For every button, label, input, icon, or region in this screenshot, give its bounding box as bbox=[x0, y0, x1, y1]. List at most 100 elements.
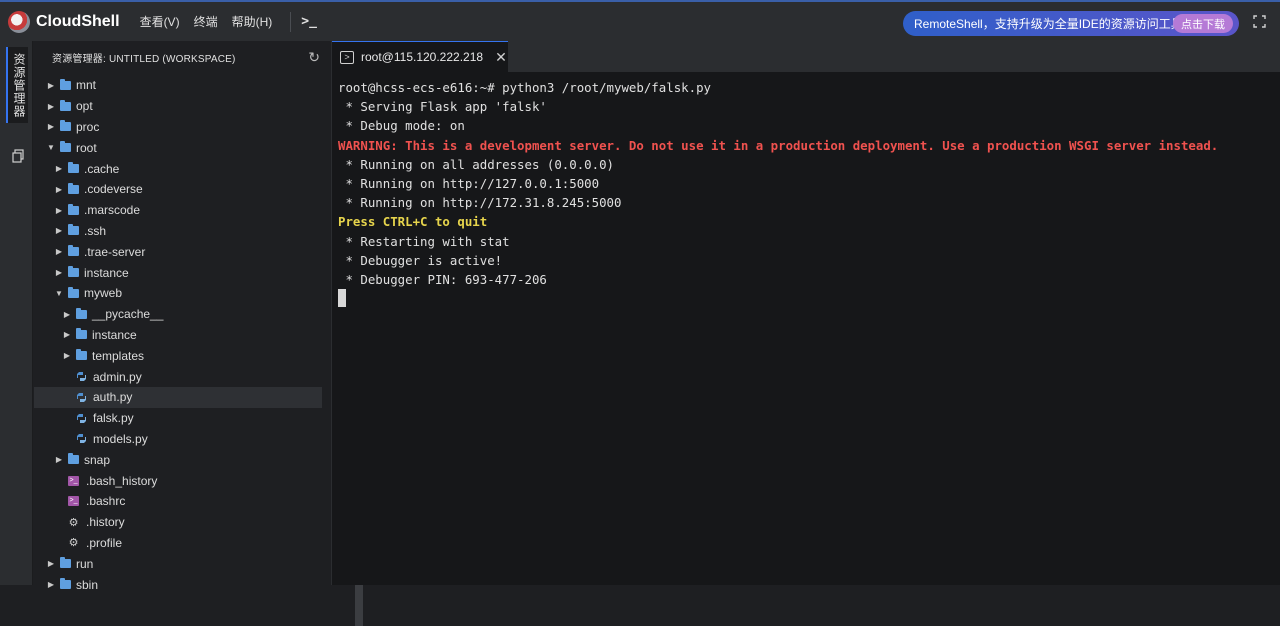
terminal-tab-bar: > root@115.120.222.218 ✕ bbox=[332, 41, 1280, 72]
chevron-right-icon[interactable]: ▶ bbox=[46, 559, 56, 568]
terminal-line: * Debugger is active! bbox=[338, 252, 503, 268]
chevron-right-icon[interactable]: ▶ bbox=[46, 81, 56, 90]
chevron-down-icon[interactable]: ▼ bbox=[46, 143, 56, 152]
tree-item[interactable]: ⚙ .history bbox=[34, 512, 322, 533]
tree-item[interactable]: falsk.py bbox=[34, 408, 322, 429]
tree-item[interactable]: ▼ myweb bbox=[34, 283, 322, 304]
folder-icon bbox=[68, 266, 79, 278]
tree-item[interactable]: ▶ run bbox=[34, 553, 322, 574]
terminal-prompt-icon[interactable]: >_ bbox=[301, 14, 317, 29]
tree-item-label: root bbox=[76, 140, 97, 155]
folder-icon bbox=[68, 203, 79, 215]
chevron-right-icon[interactable]: ▶ bbox=[54, 247, 64, 256]
refresh-icon[interactable]: ↻ bbox=[308, 49, 320, 66]
terminal-tab[interactable]: > root@115.120.222.218 ✕ bbox=[332, 41, 508, 72]
activity-explorer-tab[interactable]: 资源管理器 bbox=[6, 47, 28, 123]
tree-item[interactable]: ▶ opt bbox=[34, 96, 322, 117]
chevron-right-icon[interactable]: ▶ bbox=[62, 351, 72, 360]
tree-item-label: instance bbox=[92, 327, 137, 342]
menu-bar: 查看(V) 终端 帮助(H) bbox=[140, 13, 287, 30]
python-file-icon bbox=[77, 434, 86, 444]
chevron-right-icon[interactable]: ▶ bbox=[54, 185, 64, 194]
terminal-line: * Restarting with stat bbox=[338, 233, 510, 249]
tree-item-label: falsk.py bbox=[93, 411, 134, 426]
menu-view[interactable]: 查看(V) bbox=[140, 13, 180, 30]
tree-item-label: .ssh bbox=[84, 223, 107, 238]
terminal-line: * Running on http://172.31.8.245:5000 bbox=[338, 195, 622, 211]
terminal-line: * Serving Flask app 'falsk' bbox=[338, 99, 547, 115]
activity-bar: 资源管理器 bbox=[0, 41, 33, 585]
terminal-line: * Debug mode: on bbox=[338, 118, 465, 134]
tree-item-label: .bash_history bbox=[86, 473, 158, 488]
fullscreen-icon[interactable] bbox=[1253, 15, 1266, 28]
folder-icon bbox=[60, 141, 71, 153]
explorer-vertical-label: 资源管理器 bbox=[12, 53, 26, 118]
promo-banner[interactable]: RemoteShell，支持升级为全量IDE的资源访问工具 点击下载 bbox=[903, 11, 1239, 36]
tree-item[interactable]: ▶ .cache bbox=[34, 158, 322, 179]
chevron-right-icon[interactable]: ▶ bbox=[46, 122, 56, 131]
tree-item[interactable]: ▶ .codeverse bbox=[34, 179, 322, 200]
tree-item[interactable]: ▶ templates bbox=[34, 345, 322, 366]
tree-item-label: instance bbox=[84, 265, 129, 280]
tree-item[interactable]: ▶ mnt bbox=[34, 75, 322, 96]
folder-icon bbox=[68, 245, 79, 257]
tree-item[interactable]: >_ .bash_history bbox=[34, 470, 322, 491]
folder-icon bbox=[68, 286, 79, 298]
terminal-output[interactable]: root@hcss-ecs-e616:~# python3 /root/mywe… bbox=[338, 78, 1218, 289]
chevron-down-icon[interactable]: ▼ bbox=[54, 289, 64, 298]
chevron-right-icon[interactable]: ▶ bbox=[54, 226, 64, 235]
chevron-right-icon[interactable]: ▶ bbox=[46, 102, 56, 111]
copy-icon[interactable] bbox=[12, 149, 24, 163]
folder-icon bbox=[76, 328, 87, 340]
chevron-right-icon[interactable]: ▶ bbox=[62, 310, 72, 319]
tree-item[interactable]: ▶ snap bbox=[34, 449, 322, 470]
shell-file-icon: >_ bbox=[68, 475, 79, 486]
chevron-right-icon[interactable]: ▶ bbox=[54, 206, 64, 215]
terminal-line: WARNING: This is a development server. D… bbox=[338, 137, 1219, 153]
tree-item[interactable]: >_ .bashrc bbox=[34, 491, 322, 512]
tree-item-label: models.py bbox=[93, 431, 148, 446]
tree-item[interactable]: ⚙ .profile bbox=[34, 533, 322, 554]
tree-item[interactable]: ▶ instance bbox=[34, 325, 322, 346]
tree-item-label: .history bbox=[86, 515, 125, 530]
tree-item[interactable]: ▶ .trae-server bbox=[34, 241, 322, 262]
tree-item-label: .cache bbox=[84, 161, 120, 176]
chevron-right-icon[interactable]: ▶ bbox=[54, 455, 64, 464]
tree-item-label: templates bbox=[92, 348, 145, 363]
tree-item-label: run bbox=[76, 556, 94, 571]
tree-item-label: .profile bbox=[86, 535, 123, 550]
tree-item[interactable]: ▶ __pycache__ bbox=[34, 304, 322, 325]
terminal-pane: > root@115.120.222.218 ✕ root@hcss-ecs-e… bbox=[331, 41, 1280, 585]
chevron-right-icon[interactable]: ▶ bbox=[54, 164, 64, 173]
terminal-line: * Debugger PIN: 693-477-206 bbox=[338, 272, 547, 288]
tree-item-label: myweb bbox=[84, 286, 123, 301]
tree-item[interactable]: ▶ proc bbox=[34, 117, 322, 138]
tree-item-label: opt bbox=[76, 99, 93, 114]
chevron-right-icon[interactable]: ▶ bbox=[62, 330, 72, 339]
tree-item[interactable]: auth.py bbox=[34, 386, 322, 408]
terminal-cursor bbox=[338, 289, 346, 307]
folder-icon bbox=[60, 557, 71, 569]
tree-item[interactable]: ▶ .ssh bbox=[34, 221, 322, 242]
folder-icon bbox=[60, 99, 71, 111]
folder-icon bbox=[60, 120, 71, 132]
folder-icon bbox=[68, 162, 79, 174]
close-icon[interactable]: ✕ bbox=[495, 49, 507, 66]
top-bar: CloudShell 查看(V) 终端 帮助(H) >_ RemoteShell… bbox=[0, 0, 1280, 41]
tree-item[interactable]: ▶ instance bbox=[34, 262, 322, 283]
tree-item[interactable]: ▶ .marscode bbox=[34, 200, 322, 221]
menu-terminal[interactable]: 终端 bbox=[194, 13, 218, 30]
gear-icon: ⚙ bbox=[68, 537, 79, 550]
menu-help[interactable]: 帮助(H) bbox=[232, 13, 273, 30]
chevron-right-icon[interactable]: ▶ bbox=[54, 268, 64, 277]
tree-item[interactable]: admin.py bbox=[34, 366, 322, 387]
tree-item-label: .marscode bbox=[84, 203, 141, 218]
tree-item-label: .bashrc bbox=[86, 494, 126, 509]
tree-item[interactable]: ▼ root bbox=[34, 137, 322, 158]
tree-item-label: admin.py bbox=[93, 369, 142, 384]
tree-item-label: auth.py bbox=[93, 390, 133, 405]
file-tree: ▶ mnt ▶ opt ▶ proc ▼ root ▶ .cache ▶ .codeverse ▶ .ma… bbox=[34, 75, 322, 595]
gear-icon: ⚙ bbox=[68, 516, 79, 529]
tree-item[interactable]: models.py bbox=[34, 429, 322, 450]
download-button[interactable]: 点击下载 bbox=[1173, 14, 1233, 33]
